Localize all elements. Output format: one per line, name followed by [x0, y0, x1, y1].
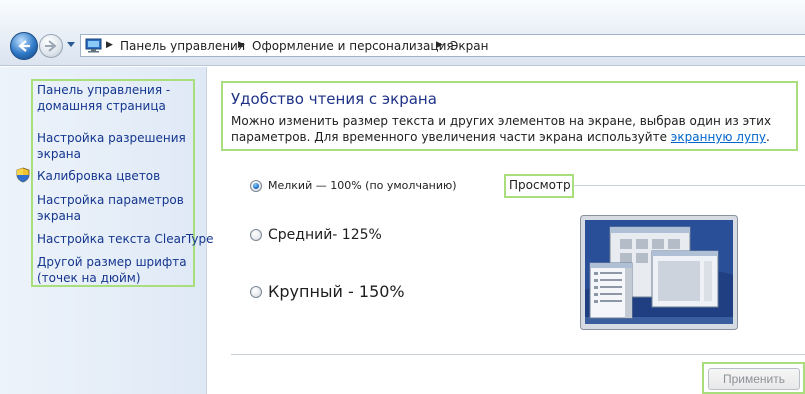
recent-pages-chevron-down-icon[interactable]: [66, 41, 76, 49]
breadcrumb-control-panel[interactable]: Панель управления: [120, 39, 245, 53]
link-calibrate-color[interactable]: Калибровка цветов: [37, 168, 187, 184]
breadcrumb-appearance[interactable]: Оформление и персонализация: [252, 39, 454, 53]
option-medium-label: Средний- 125%: [268, 227, 382, 243]
preview-label: Просмотр: [509, 178, 571, 192]
page-title: Удобство чтения с экрана: [231, 90, 437, 108]
magnifier-link[interactable]: экранную лупу: [671, 130, 766, 144]
chevron-right-icon[interactable]: ▶: [106, 40, 113, 50]
display-preview-image: [580, 215, 738, 330]
radio-medium[interactable]: [250, 229, 262, 241]
link-custom-dpi[interactable]: Другой размер шрифта (точек на дюйм): [37, 254, 187, 286]
chevron-right-icon[interactable]: ▶: [436, 40, 443, 50]
address-bar[interactable]: ▶ Панель управления ▶ Оформление и персо…: [80, 34, 805, 57]
chevron-right-icon[interactable]: ▶: [238, 40, 245, 50]
bottom-divider: [231, 354, 805, 355]
option-medium[interactable]: Средний- 125%: [250, 227, 382, 243]
back-button[interactable]: [10, 32, 38, 60]
uac-shield-icon: [16, 167, 30, 183]
option-larger-label: Крупный - 150%: [268, 282, 405, 301]
link-adjust-cleartype[interactable]: Настройка текста ClearType: [37, 231, 213, 247]
option-smaller-label: Мелкий — 100% (по умолчанию): [268, 179, 457, 192]
breadcrumb-display[interactable]: Экран: [450, 39, 488, 53]
radio-larger[interactable]: [250, 285, 262, 298]
preview-divider: [574, 185, 805, 186]
link-change-display-settings[interactable]: Настройка параметров экрана: [37, 192, 187, 224]
description-period: .: [766, 130, 770, 144]
option-larger[interactable]: Крупный - 150%: [250, 282, 405, 301]
radio-smaller[interactable]: [250, 179, 262, 192]
page-description: Можно изменить размер текста и других эл…: [231, 113, 793, 145]
apply-button[interactable]: Применить: [708, 368, 800, 390]
control-panel-icon: [85, 38, 102, 53]
navigation-bar: ▶ Панель управления ▶ Оформление и персо…: [0, 0, 805, 66]
option-smaller[interactable]: Мелкий — 100% (по умолчанию): [250, 179, 457, 192]
back-arrow-icon: [18, 40, 30, 52]
link-adjust-resolution[interactable]: Настройка разрешения экрана: [37, 130, 187, 162]
link-control-panel-home[interactable]: Панель управления - домашняя страница: [37, 82, 187, 114]
forward-arrow-icon: [45, 40, 57, 52]
forward-button[interactable]: [39, 34, 63, 58]
